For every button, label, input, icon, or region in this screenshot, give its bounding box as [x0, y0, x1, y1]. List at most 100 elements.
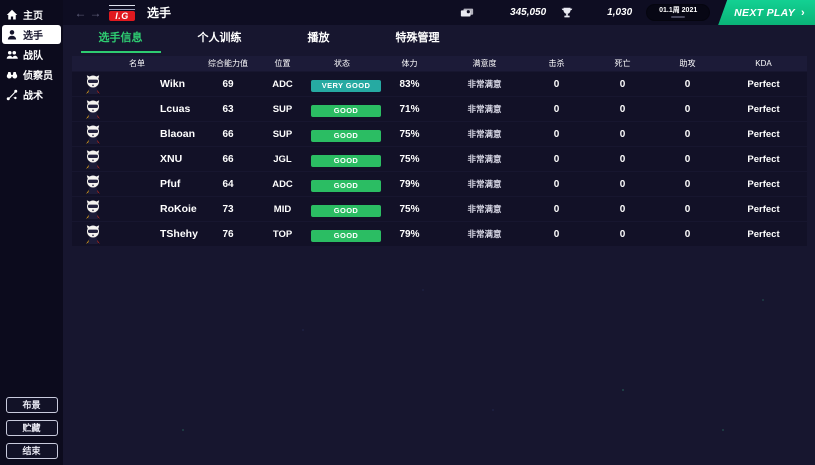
player-satisfaction: 非常满意	[446, 228, 523, 240]
table-row-1[interactable]: Lcuas 63 SUP GOOD 71% 非常满意 0 0 0 Perfect	[72, 97, 807, 121]
table-row-5[interactable]: RoKoie 73 MID GOOD 75% 非常满意 0 0 0 Perfec…	[72, 197, 807, 221]
tab-2[interactable]: 播放	[269, 28, 368, 53]
cat-mascot-avatar	[82, 73, 104, 95]
tab-1[interactable]: 个人训练	[170, 28, 269, 53]
player-assists: 0	[655, 229, 720, 240]
sidebar-item-label: 主页	[23, 7, 43, 22]
status-badge: GOOD	[311, 180, 381, 192]
player-position: SUP	[254, 104, 311, 115]
player-stamina: 75%	[373, 154, 446, 165]
status-badge: GOOD	[311, 230, 381, 242]
player-deaths: 0	[590, 204, 655, 215]
sidebar-bottom-button-0[interactable]: 布景	[6, 397, 58, 413]
player-tabs: 选手信息 个人训练 播放 特殊管理	[63, 25, 815, 53]
table-body: Wikn 69 ADC VERY GOOD 83% 非常满意 0 0 0 Per…	[72, 72, 807, 246]
player-satisfaction: 非常满意	[446, 78, 523, 90]
column-header-6: 击杀	[523, 58, 590, 69]
player-stamina: 79%	[373, 229, 446, 240]
player-status: GOOD	[311, 225, 373, 243]
table-row-6[interactable]: TShehy 76 TOP GOOD 79% 非常满意 0 0 0 Perfec…	[72, 222, 807, 246]
player-kills: 0	[523, 129, 590, 140]
player-name: TShehy	[160, 228, 198, 240]
forward-icon[interactable]: →	[88, 6, 103, 20]
player-deaths: 0	[590, 179, 655, 190]
sidebar-item-2[interactable]: 战队	[2, 45, 61, 64]
player-status: GOOD	[311, 150, 373, 168]
table-row-2[interactable]: Blaoan 66 SUP GOOD 75% 非常满意 0 0 0 Perfec…	[72, 122, 807, 146]
player-name: Pfuf	[160, 178, 180, 190]
tab-0[interactable]: 选手信息	[71, 28, 170, 53]
sidebar-bottom-button-2[interactable]: 结束	[6, 443, 58, 459]
sidebar-item-3[interactable]: 侦察员	[2, 65, 61, 84]
scout-icon	[5, 68, 18, 81]
column-header-5: 满意度	[446, 58, 523, 69]
player-position: ADC	[254, 79, 311, 90]
player-kda: Perfect	[720, 204, 807, 215]
logo-wings-decoration	[109, 5, 135, 10]
player-kills: 0	[523, 154, 590, 165]
player-position: JGL	[254, 154, 311, 165]
player-name: Blaoan	[160, 128, 195, 140]
sidebar-item-label: 选手	[23, 27, 43, 42]
cash-icon	[460, 6, 474, 20]
date-badge: 01.1周 2021	[646, 4, 710, 21]
sidebar-item-0[interactable]: 主页	[2, 5, 61, 24]
status-badge: GOOD	[311, 105, 381, 117]
player-name: RoKoie	[160, 203, 197, 215]
column-header-3: 状态	[311, 58, 373, 69]
table-header-row: 名单综合能力值位置状态体力满意度击杀死亡助攻KDA	[72, 56, 807, 71]
player-status: GOOD	[311, 175, 373, 193]
player-deaths: 0	[590, 129, 655, 140]
player-overall: 69	[202, 79, 254, 90]
sidebar-menu: 主页 选手 战队 侦察员 战术	[0, 4, 63, 105]
sidebar-item-4[interactable]: 战术	[2, 85, 61, 104]
topbar: ← → I.G 选手 345,050 1,030	[63, 0, 815, 25]
sidebar-bottom-button-1[interactable]: 贮藏	[6, 420, 58, 436]
player-status: GOOD	[311, 125, 373, 143]
date-text: 01.1周 2021	[656, 7, 700, 15]
chevron-right-icon: ›	[801, 7, 805, 19]
player-name: Lcuas	[160, 103, 190, 115]
main-area: ← → I.G 选手 345,050 1,030	[63, 0, 815, 465]
player-name: Wikn	[160, 78, 185, 90]
player-kda: Perfect	[720, 179, 807, 190]
player-satisfaction: 非常满意	[446, 103, 523, 115]
trophy-icon	[560, 6, 574, 20]
player-kills: 0	[523, 179, 590, 190]
table-row-4[interactable]: Pfuf 64 ADC GOOD 79% 非常满意 0 0 0 Perfect	[72, 172, 807, 196]
sidebar-bottom-buttons: 布景 贮藏 结束	[0, 397, 63, 459]
cat-mascot-avatar	[82, 198, 104, 220]
player-deaths: 0	[590, 229, 655, 240]
next-play-button[interactable]: NEXT PLAY ›	[718, 0, 815, 25]
cat-mascot-avatar	[82, 173, 104, 195]
team-icon	[5, 48, 18, 61]
tab-label: 选手信息	[81, 29, 161, 53]
table-row-0[interactable]: Wikn 69 ADC VERY GOOD 83% 非常满意 0 0 0 Per…	[72, 72, 807, 96]
table-row-3[interactable]: XNU 66 JGL GOOD 75% 非常满意 0 0 0 Perfect	[72, 147, 807, 171]
player-satisfaction: 非常满意	[446, 178, 523, 190]
status-badge: GOOD	[311, 155, 381, 167]
cat-mascot-avatar	[82, 123, 104, 145]
status-badge: GOOD	[311, 130, 381, 142]
back-icon[interactable]: ←	[73, 6, 88, 20]
player-assists: 0	[655, 179, 720, 190]
player-status: GOOD	[311, 100, 373, 118]
tab-label: 特殊管理	[378, 29, 458, 53]
player-overall: 64	[202, 179, 254, 190]
player-kills: 0	[523, 204, 590, 215]
tab-3[interactable]: 特殊管理	[368, 28, 467, 53]
player-status: VERY GOOD	[311, 75, 373, 93]
trophy-value: 1,030	[574, 7, 632, 18]
player-name: XNU	[160, 153, 182, 165]
cat-mascot-avatar	[82, 148, 104, 170]
home-icon	[5, 8, 18, 21]
sidebar-item-1[interactable]: 选手	[2, 25, 61, 44]
app-window: 主页 选手 战队 侦察员 战术 布景 贮藏 结束 ← → I.G 选手	[0, 0, 815, 465]
player-deaths: 0	[590, 79, 655, 90]
column-header-9: KDA	[720, 59, 807, 68]
tactics-icon	[5, 88, 18, 101]
status-badge: GOOD	[311, 205, 381, 217]
column-header-8: 助攻	[655, 58, 720, 69]
player-kda: Perfect	[720, 229, 807, 240]
player-stamina: 79%	[373, 179, 446, 190]
